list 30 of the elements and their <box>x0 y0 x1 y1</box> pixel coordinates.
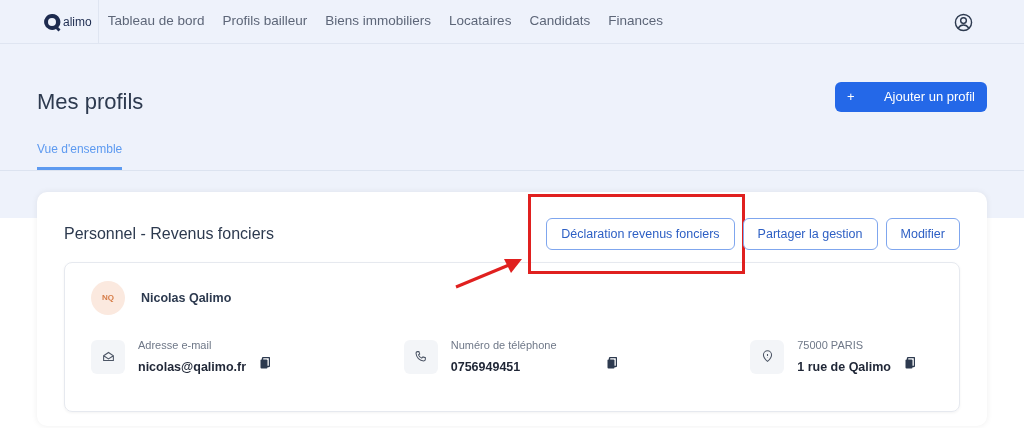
user-icon[interactable] <box>954 12 973 32</box>
avatar: NQ <box>91 281 125 315</box>
arrow <box>454 256 525 290</box>
nav-link[interactable]: Candidats <box>520 11 600 32</box>
logo-text: alimo <box>63 13 92 31</box>
nav-link[interactable]: Locataires <box>440 11 521 32</box>
add-profile-button[interactable]: + Ajouter un profil <box>835 82 987 112</box>
nav-link[interactable]: Finances <box>599 11 672 32</box>
copy-icon[interactable] <box>606 357 617 370</box>
location-pin-icon <box>760 350 774 364</box>
field-label: Adresse e-mail <box>138 338 213 353</box>
field-label: Numéro de téléphone <box>450 338 557 353</box>
page-title: Mes profils <box>37 88 144 116</box>
nav-link[interactable]: Tableau de bord <box>98 11 214 32</box>
logo-icon <box>42 11 62 32</box>
nav-link[interactable]: Biens immobiliers <box>316 11 441 32</box>
field-value: nicolas@qalimo.fr <box>138 358 247 376</box>
person-name: Nicolas Qalimo <box>141 289 232 307</box>
action-button[interactable]: Modifier <box>885 218 960 250</box>
field-label: 75000 PARIS <box>797 338 865 353</box>
copy-icon[interactable] <box>260 357 271 370</box>
copy-icon[interactable] <box>905 357 915 370</box>
action-button[interactable]: Partager la gestion <box>742 218 878 250</box>
nav-link[interactable]: Profils bailleur <box>213 11 317 32</box>
phone-icon <box>414 350 428 364</box>
envelope-icon <box>101 350 115 364</box>
action-button[interactable]: Déclaration revenus fonciers <box>546 218 735 250</box>
card-title: Personnel - Revenus fonciers <box>64 224 274 244</box>
field-value: 0756949451 <box>450 358 522 376</box>
field-value: 1 rue de Qalimo <box>797 358 891 376</box>
